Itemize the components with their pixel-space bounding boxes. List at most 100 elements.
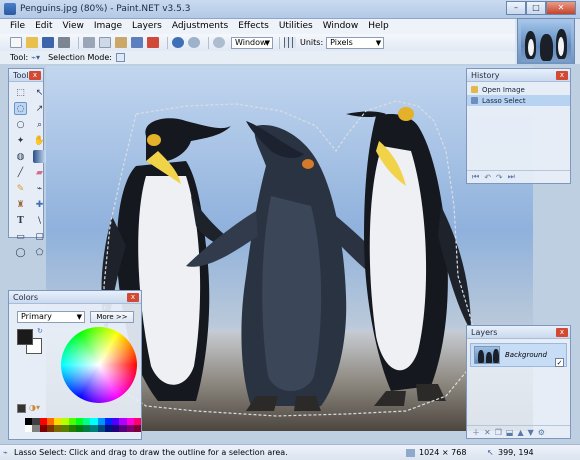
menu-layers[interactable]: Layers: [128, 19, 168, 34]
zoom-icon[interactable]: ⌕: [33, 118, 46, 131]
rectangle-icon[interactable]: ▭: [14, 230, 27, 243]
menu-view[interactable]: View: [59, 19, 90, 34]
layer-properties-icon[interactable]: ⚙: [538, 428, 545, 437]
rewind-icon[interactable]: ⏮: [472, 172, 479, 182]
undo-icon[interactable]: ↶: [484, 173, 491, 182]
add-layer-icon[interactable]: ＋: [472, 427, 480, 438]
layers-window: Layers x Background ✓ ＋ ✕ ❐ ⬓ ▲ ▼ ⚙: [466, 325, 571, 439]
history-item-open-image[interactable]: Open Image: [467, 84, 570, 95]
copy-icon[interactable]: [99, 37, 111, 48]
merge-layer-icon[interactable]: ⬓: [506, 428, 514, 437]
new-icon[interactable]: [10, 37, 22, 48]
more-colors-button[interactable]: More >>: [90, 311, 134, 323]
text-icon[interactable]: T: [14, 214, 27, 227]
grid-icon[interactable]: [284, 37, 296, 48]
history-item-lasso-select[interactable]: Lasso Select: [467, 95, 570, 106]
colors-title-label: Colors: [13, 293, 39, 302]
layers-close-icon[interactable]: x: [556, 328, 568, 337]
lasso-select-icon: [471, 97, 478, 104]
menu-file[interactable]: File: [6, 19, 31, 34]
fast-forward-icon[interactable]: ⏭: [508, 172, 515, 182]
lasso-select-icon[interactable]: ◌: [14, 102, 27, 115]
zoom-dropdown[interactable]: Window ▼: [231, 36, 273, 49]
maximize-button[interactable]: □: [526, 1, 546, 15]
open-image-icon: [471, 86, 478, 93]
eraser-icon[interactable]: ▰: [33, 166, 46, 179]
clone-stamp-icon[interactable]: ♜: [14, 198, 27, 211]
pencil-icon[interactable]: ✎: [14, 182, 27, 195]
layer-visibility-checkbox[interactable]: ✓: [555, 358, 564, 367]
menu-image[interactable]: Image: [90, 19, 128, 34]
paintnet-app-icon: [4, 3, 16, 15]
color-mode-value: Primary: [21, 312, 52, 321]
menu-adjustments[interactable]: Adjustments: [168, 19, 234, 34]
deselect-icon[interactable]: [147, 37, 159, 48]
units-value: Pixels: [330, 37, 353, 47]
zoom-icon[interactable]: [213, 37, 225, 48]
status-bar: ⌁ Lasso Select: Click and drag to draw t…: [0, 444, 580, 460]
units-dropdown[interactable]: Pixels ▼: [326, 36, 385, 49]
layers-title: Layers x: [467, 326, 570, 339]
title-bar: Penguins.jpg (80%) - Paint.NET v3.5.3 – …: [0, 0, 580, 19]
tool-label: Tool:: [10, 53, 29, 62]
menu-help[interactable]: Help: [364, 19, 395, 34]
cut-icon[interactable]: [83, 37, 95, 48]
chevron-down-icon: ▼: [264, 38, 270, 47]
move-selected-pixels-icon[interactable]: ↖: [33, 86, 46, 99]
history-item-label: Open Image: [482, 85, 525, 94]
status-hint: Lasso Select: Click and drag to draw the…: [14, 448, 288, 457]
color-picker-icon[interactable]: ⌁: [33, 182, 46, 195]
cursor-position-icon: ↖: [487, 448, 494, 457]
move-layer-down-icon[interactable]: ▼: [528, 428, 534, 437]
tools-close-icon[interactable]: x: [29, 71, 41, 80]
chevron-down-icon: ▼: [76, 313, 82, 321]
print-icon[interactable]: [58, 37, 70, 48]
color-wheel[interactable]: [61, 327, 137, 403]
menu-effects[interactable]: Effects: [234, 19, 275, 34]
colors-close-icon[interactable]: x: [127, 293, 139, 302]
palette-menu-icon[interactable]: ◑▾: [29, 403, 40, 412]
history-window: History x Open Image Lasso Select ⏮ ↶ ↷ …: [466, 68, 571, 184]
paint-bucket-icon[interactable]: ◍: [14, 150, 27, 163]
units-label: Units:: [300, 38, 324, 47]
image-thumbnail[interactable]: [517, 18, 575, 66]
save-icon[interactable]: [42, 37, 54, 48]
paintbrush-icon[interactable]: ╱: [14, 166, 27, 179]
rectangle-select-icon[interactable]: ⬚: [14, 86, 27, 99]
close-button[interactable]: ✕: [546, 1, 576, 15]
paste-icon[interactable]: [115, 37, 127, 48]
magic-wand-icon[interactable]: ✦: [14, 134, 27, 147]
duplicate-layer-icon[interactable]: ❐: [495, 428, 502, 437]
redo-icon[interactable]: [188, 37, 200, 48]
minimize-button[interactable]: –: [506, 1, 526, 15]
image-size-icon: [406, 449, 415, 457]
move-layer-up-icon[interactable]: ▲: [517, 428, 523, 437]
gradient-icon[interactable]: [33, 150, 46, 163]
crop-icon[interactable]: [131, 37, 143, 48]
reset-colors-icon[interactable]: [17, 404, 26, 413]
recolor-icon[interactable]: ✚: [33, 198, 46, 211]
menu-utilities[interactable]: Utilities: [275, 19, 319, 34]
menu-window[interactable]: Window: [319, 19, 365, 34]
open-icon[interactable]: [26, 37, 38, 48]
rounded-rectangle-icon[interactable]: ▢: [33, 230, 46, 243]
move-selection-icon[interactable]: ↗: [33, 102, 46, 115]
lasso-select-icon[interactable]: ⌁▾: [31, 53, 40, 62]
pan-icon[interactable]: ✋: [33, 134, 46, 147]
ellipse-icon[interactable]: ◯: [14, 246, 27, 259]
primary-color-swatch[interactable]: [17, 329, 33, 345]
delete-layer-icon[interactable]: ✕: [484, 428, 491, 437]
redo-icon[interactable]: ↷: [496, 173, 503, 182]
history-close-icon[interactable]: x: [556, 71, 568, 80]
swap-colors-icon[interactable]: ↻: [37, 327, 43, 335]
ellipse-select-icon[interactable]: ○: [14, 118, 27, 131]
selection-mode-icon[interactable]: [115, 53, 125, 62]
color-palette[interactable]: [25, 418, 141, 432]
line-curve-icon[interactable]: \: [33, 214, 46, 227]
color-mode-dropdown[interactable]: Primary ▼: [17, 311, 85, 323]
menu-edit[interactable]: Edit: [31, 19, 58, 34]
layer-row-background[interactable]: Background: [470, 343, 567, 367]
thumbnail-preview: [521, 23, 571, 62]
freeform-shape-icon[interactable]: ⬠: [33, 246, 46, 259]
undo-icon[interactable]: [172, 37, 184, 48]
